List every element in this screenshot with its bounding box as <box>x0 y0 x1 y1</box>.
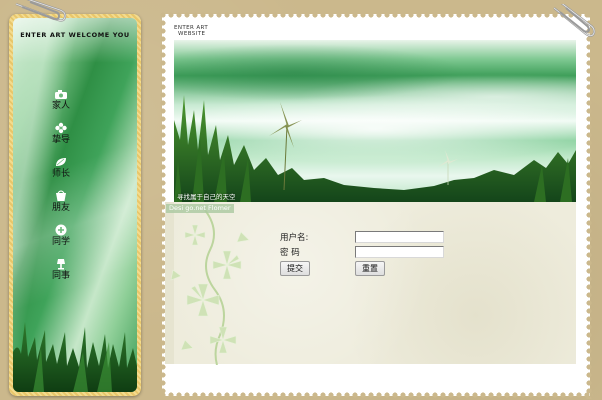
flower-icon <box>55 122 67 134</box>
nav-label: 同学 <box>51 237 70 247</box>
banner-caption: 寻找属于自己的天空 <box>177 193 236 201</box>
paperclip-icon <box>15 0 67 22</box>
flower-illustration <box>170 210 250 365</box>
reset-button[interactable]: 重置 <box>355 261 385 276</box>
lamp-icon <box>57 259 65 270</box>
side-nav: 家人 挚导 师长 朋友 同学 同事 <box>41 88 101 292</box>
nav-item-teacher[interactable]: 师长 <box>41 156 81 180</box>
nav-item-classmates[interactable]: 同学 <box>41 224 81 248</box>
submit-button[interactable]: 提交 <box>280 261 310 276</box>
paperclip-icon <box>553 4 596 37</box>
leaf-icon <box>56 158 66 166</box>
nav-label: 同事 <box>51 271 70 281</box>
plus-icon <box>55 224 67 236</box>
grass-illustration <box>13 322 137 392</box>
left-panel: ENTER ART WELCOME YOU 家人 挚导 师长 朋友 同学 同事 <box>13 18 137 392</box>
site-tag-line2: WEBSITE <box>178 31 206 37</box>
nav-item-friends[interactable]: 朋友 <box>41 190 81 214</box>
left-panel-frame: ENTER ART WELCOME YOU 家人 挚导 师长 朋友 同学 同事 <box>9 14 141 396</box>
password-input[interactable] <box>355 246 444 258</box>
nav-label: 挚导 <box>51 135 70 145</box>
username-input[interactable] <box>355 231 444 243</box>
camera-icon <box>55 90 67 99</box>
username-label: 用户名: <box>280 233 309 243</box>
banner-grass-illustration <box>174 95 576 202</box>
nav-label: 朋友 <box>51 203 70 213</box>
banner-image <box>174 40 576 202</box>
nav-item-mentor[interactable]: 挚导 <box>41 122 81 146</box>
welcome-title: ENTER ART WELCOME YOU <box>20 31 130 39</box>
nav-item-colleagues[interactable]: 同事 <box>41 258 81 282</box>
bucket-icon <box>56 190 66 201</box>
nav-label: 师长 <box>51 169 70 179</box>
nav-label: 家人 <box>51 101 70 111</box>
site-tag: ENTER ART WEBSITE <box>174 25 208 37</box>
flower-watermark: Desi go.net Flomer <box>166 204 234 213</box>
nav-item-family[interactable]: 家人 <box>41 88 81 112</box>
password-label: 密 码 <box>280 248 300 258</box>
